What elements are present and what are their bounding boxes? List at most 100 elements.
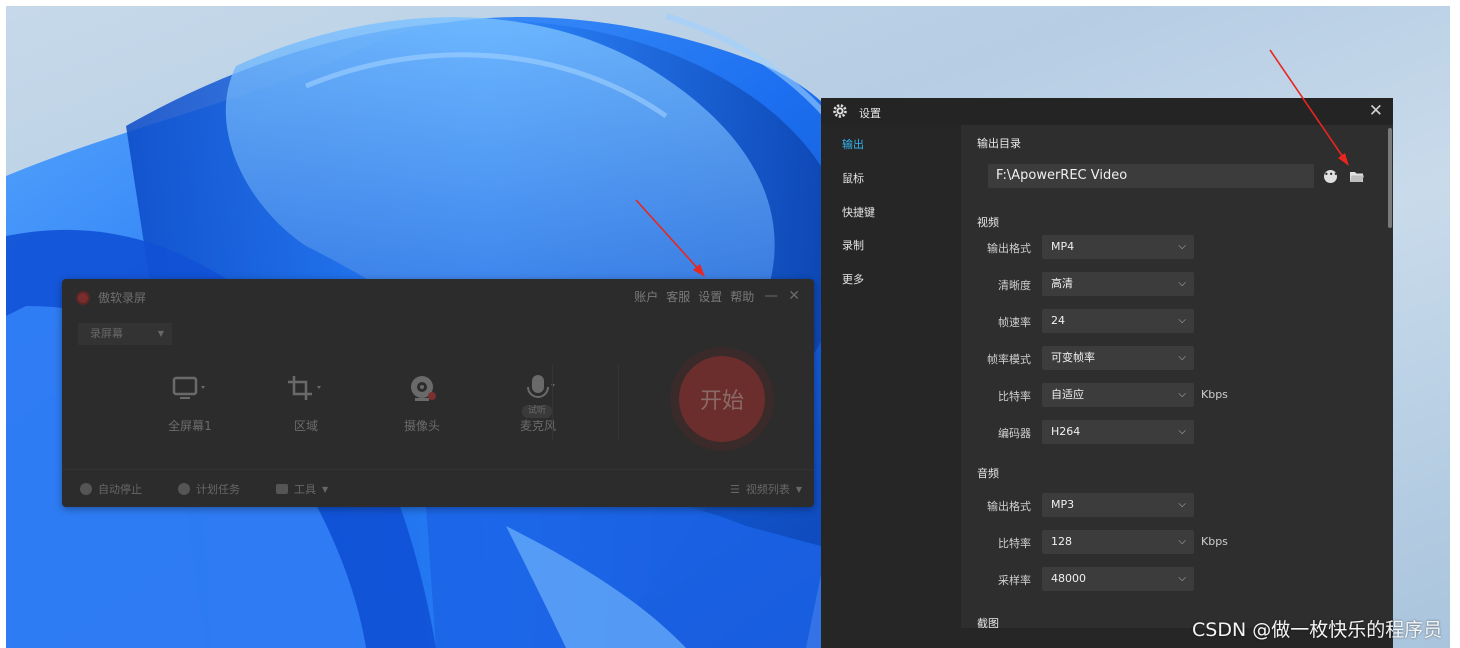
- framerate-mode-label: 帧率模式: [987, 353, 1031, 366]
- folder-open-icon[interactable]: [1350, 171, 1364, 186]
- tool-fullscreen[interactable]: 全屏幕1: [132, 371, 248, 434]
- tools-button[interactable]: 工具 ▼: [276, 481, 328, 497]
- audio-heading: 音频: [977, 467, 999, 480]
- auto-stop-button[interactable]: 自动停止: [80, 481, 142, 497]
- sample-rate-label: 采样率: [998, 574, 1031, 587]
- framerate-row: 帧速率 24 ⌵: [961, 309, 1393, 333]
- nav-hotkeys[interactable]: 快捷键: [842, 204, 875, 220]
- chevron-down-icon: ⌵: [1178, 241, 1186, 252]
- recorder-bottom-bar: 自动停止 计划任务 工具 ▼ ☰ 视频列表 ▼: [62, 469, 814, 507]
- video-bitrate-label: 比特率: [998, 390, 1031, 403]
- tool-microphone[interactable]: 试听 麦克风: [480, 371, 596, 434]
- chevron-down-icon: ⌵: [1178, 573, 1186, 584]
- video-bitrate-unit: Kbps: [1201, 388, 1228, 401]
- chevron-down-icon: ⌵: [1178, 536, 1186, 547]
- chevron-down-icon: ⌵: [1178, 389, 1186, 400]
- record-mode-dropdown[interactable]: 录屏幕 ▼: [78, 323, 172, 345]
- menu-help[interactable]: 帮助: [730, 288, 754, 305]
- video-list-button[interactable]: ☰ 视频列表 ▼: [730, 481, 802, 497]
- video-bitrate-row: 比特率 自适应 ⌵ Kbps: [961, 383, 1393, 407]
- tool-webcam-label: 摄像头: [403, 419, 440, 433]
- menu-settings[interactable]: 设置: [698, 288, 722, 305]
- quality-value: 高清: [1051, 277, 1073, 290]
- video-format-select[interactable]: MP4 ⌵: [1042, 235, 1194, 259]
- audio-format-select[interactable]: MP3 ⌵: [1042, 493, 1194, 517]
- crop-icon: [248, 371, 364, 407]
- nav-mouse[interactable]: 鼠标: [842, 170, 864, 186]
- nav-more[interactable]: 更多: [842, 271, 864, 287]
- tools-label: 工具: [294, 483, 316, 496]
- framerate-mode-value: 可变帧率: [1051, 351, 1095, 364]
- watermark: CSDN @做一枚快乐的程序员: [1192, 619, 1443, 641]
- video-list-label: 视频列表: [745, 483, 790, 496]
- framerate-label: 帧速率: [998, 316, 1031, 329]
- quality-row: 清晰度 高清 ⌵: [961, 272, 1393, 296]
- audio-bitrate-select[interactable]: 128 ⌵: [1042, 530, 1194, 554]
- auto-stop-label: 自动停止: [98, 483, 142, 496]
- clock-icon: [178, 483, 190, 495]
- settings-scrollbar[interactable]: [1388, 128, 1392, 228]
- video-format-value: MP4: [1051, 240, 1075, 253]
- start-record-label: 开始: [679, 356, 765, 442]
- tool-webcam[interactable]: 摄像头: [364, 371, 480, 434]
- menu-support[interactable]: 客服: [666, 288, 690, 305]
- framerate-select[interactable]: 24 ⌵: [1042, 309, 1194, 333]
- tool-microphone-label: 麦克风: [519, 419, 556, 433]
- settings-nav: 输出 鼠标 快捷键 录制 更多: [821, 125, 961, 648]
- nav-output[interactable]: 输出: [842, 136, 864, 152]
- audio-format-value: MP3: [1051, 498, 1075, 511]
- framerate-mode-row: 帧率模式 可变帧率 ⌵: [961, 346, 1393, 370]
- minimize-button[interactable]: —: [764, 288, 778, 305]
- auto-stop-icon: [80, 483, 92, 495]
- divider: [552, 365, 553, 441]
- settings-title: 设置: [859, 107, 881, 120]
- output-dir-field[interactable]: F:\ApowerREC Video: [988, 164, 1314, 188]
- settings-close-button[interactable]: ✕: [1369, 101, 1383, 121]
- nav-record[interactable]: 录制: [842, 237, 864, 253]
- audio-format-label: 输出格式: [987, 500, 1031, 513]
- sample-rate-select[interactable]: 48000 ⌵: [1042, 567, 1194, 591]
- framerate-mode-select[interactable]: 可变帧率 ⌵: [1042, 346, 1194, 370]
- app-logo-icon: [76, 290, 90, 305]
- encoder-label: 编码器: [998, 427, 1031, 440]
- listen-badge[interactable]: 试听: [522, 405, 553, 418]
- encoder-row: 编码器 H264 ⌵: [961, 420, 1393, 444]
- chevron-down-icon: ⌵: [1178, 278, 1186, 289]
- encoder-value: H264: [1051, 425, 1081, 438]
- recorder-menu: 账户 客服 设置 帮助 — ✕: [626, 288, 800, 305]
- recorder-title-text: 傲软录屏: [98, 291, 147, 305]
- audio-bitrate-label: 比特率: [998, 537, 1031, 550]
- start-record-button[interactable]: 开始: [670, 347, 774, 451]
- recorder-title: 傲软录屏: [76, 289, 146, 306]
- settings-titlebar: 设置 ✕: [821, 98, 1393, 125]
- schedule-button[interactable]: 计划任务: [178, 481, 240, 497]
- audio-format-row: 输出格式 MP3 ⌵: [961, 493, 1393, 517]
- audio-bitrate-unit: Kbps: [1201, 535, 1228, 548]
- record-mode-value: 录屏幕: [90, 327, 123, 340]
- sample-rate-row: 采样率 48000 ⌵: [961, 567, 1393, 591]
- divider: [618, 365, 619, 441]
- chevron-down-icon: ⌵: [1178, 352, 1186, 363]
- tool-region[interactable]: 区域: [248, 371, 364, 434]
- recorder-close-button[interactable]: ✕: [788, 288, 800, 305]
- microphone-icon: [480, 371, 596, 407]
- settings-content: 输出目录 F:\ApowerREC Video ••• 视频 输出格式 MP4 ⌵…: [961, 125, 1393, 648]
- menu-account[interactable]: 账户: [634, 288, 658, 305]
- sample-rate-value: 48000: [1051, 572, 1086, 585]
- video-bitrate-value: 自适应: [1051, 388, 1084, 401]
- video-bitrate-select[interactable]: 自适应 ⌵: [1042, 383, 1194, 407]
- encoder-select[interactable]: H264 ⌵: [1042, 420, 1194, 444]
- more-options-button[interactable]: •••: [1324, 170, 1338, 183]
- quality-label: 清晰度: [998, 279, 1031, 292]
- schedule-label: 计划任务: [196, 483, 240, 496]
- audio-bitrate-value: 128: [1051, 535, 1072, 548]
- toolbox-icon: [276, 484, 288, 494]
- chevron-down-icon: ⌵: [1178, 499, 1186, 510]
- quality-select[interactable]: 高清 ⌵: [1042, 272, 1194, 296]
- chevron-down-icon: ▼: [795, 484, 803, 494]
- chevron-down-icon: ▼: [157, 329, 164, 338]
- video-format-label: 输出格式: [987, 242, 1031, 255]
- output-dir-heading: 输出目录: [977, 137, 1021, 150]
- framerate-value: 24: [1051, 314, 1065, 327]
- chevron-down-icon: ▼: [322, 484, 329, 494]
